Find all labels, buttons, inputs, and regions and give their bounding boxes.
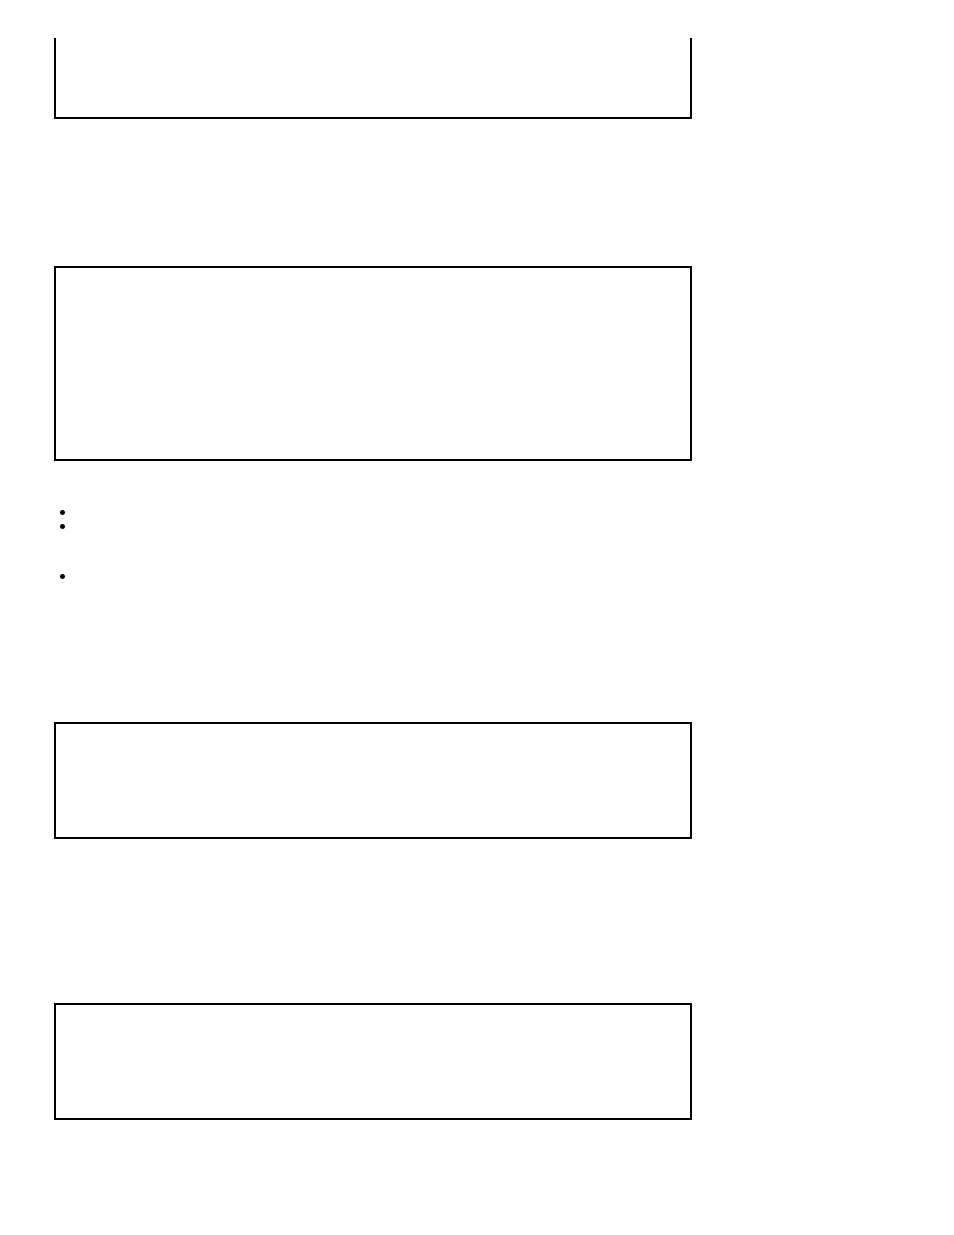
box-border-right xyxy=(690,38,692,119)
box-border-bottom xyxy=(54,117,692,119)
outlined-box-4 xyxy=(54,1003,692,1120)
bullet-point xyxy=(60,510,65,515)
outlined-box-2 xyxy=(54,266,692,461)
bullet-point xyxy=(60,524,65,529)
outlined-box-1 xyxy=(54,38,692,119)
box-border-left xyxy=(54,38,56,119)
bullet-point xyxy=(60,574,65,579)
outlined-box-3 xyxy=(54,722,692,839)
